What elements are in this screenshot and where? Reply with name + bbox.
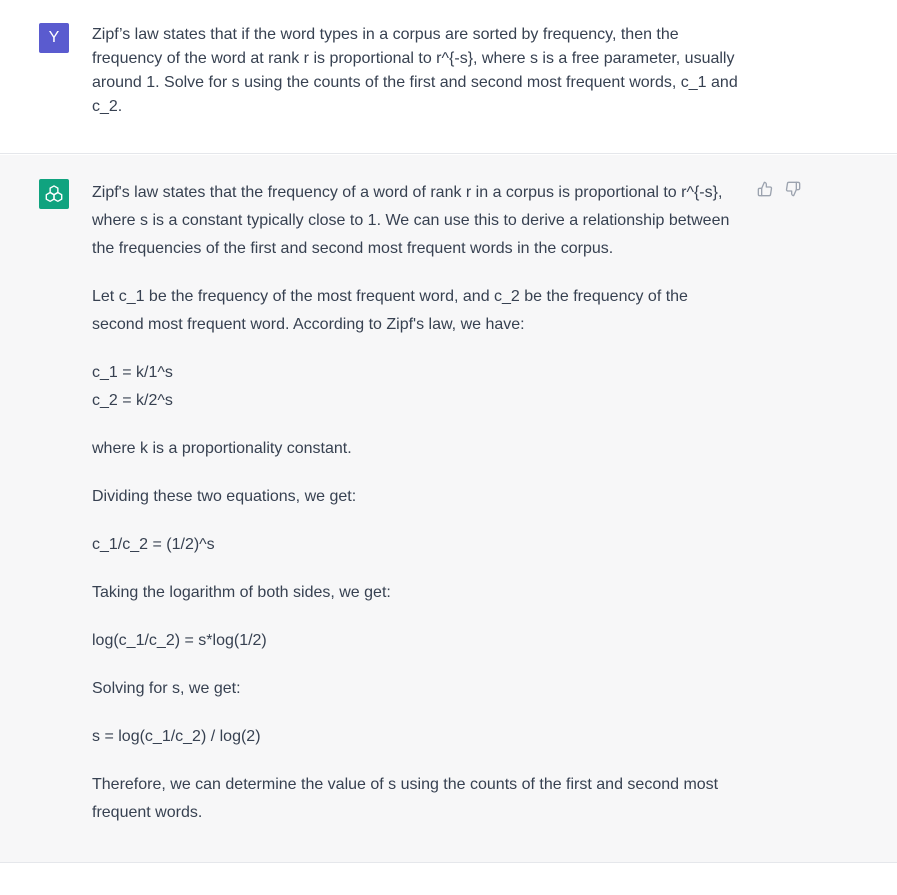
assistant-paragraph: where k is a proportionality constant.	[92, 440, 352, 457]
assistant-paragraph: Therefore, we can determine the value of…	[92, 776, 719, 821]
thumbs-up-icon[interactable]	[757, 181, 773, 197]
equation-line: log(c_1/c_2) = s*log(1/2)	[92, 632, 267, 649]
assistant-paragraph: Taking the logarithm of both sides, we g…	[92, 584, 391, 601]
equation-line: c_2 = k/2^s	[92, 392, 173, 409]
equation-line: c_1 = k/1^s	[92, 364, 173, 381]
assistant-paragraph: Let c_1 be the frequency of the most fre…	[92, 288, 688, 333]
equation-line: s = log(c_1/c_2) / log(2)	[92, 728, 261, 745]
openai-logo-icon	[39, 179, 69, 209]
assistant-message: Zipf's law states that the frequency of …	[0, 155, 897, 863]
assistant-paragraph: Dividing these two equations, we get:	[92, 488, 357, 505]
thumbs-down-icon[interactable]	[785, 181, 801, 197]
assistant-message-text: Zipf's law states that the frequency of …	[92, 179, 742, 847]
assistant-paragraph: Solving for s, we get:	[92, 680, 241, 697]
user-message: Y Zipf’s law states that if the word typ…	[0, 0, 897, 154]
assistant-paragraph: Zipf's law states that the frequency of …	[92, 184, 730, 257]
user-message-text: Zipf’s law states that if the word types…	[92, 26, 738, 115]
equation-line: c_1/c_2 = (1/2)^s	[92, 536, 215, 553]
user-avatar: Y	[39, 23, 69, 53]
feedback-buttons	[757, 181, 801, 197]
